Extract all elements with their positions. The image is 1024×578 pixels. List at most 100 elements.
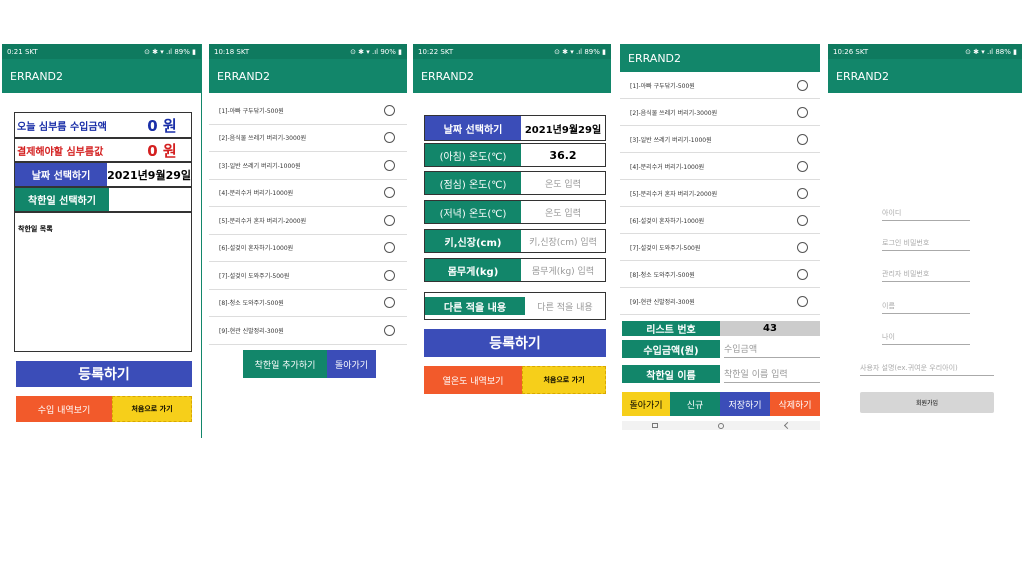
radio-button[interactable] [797, 268, 808, 280]
app-title: ERRAND2 [2, 59, 201, 93]
other-input[interactable]: 다른 적을 내용 [525, 300, 605, 313]
list-item[interactable]: [6]-설겆이 혼자하기-1000원 [620, 207, 820, 234]
weight-input[interactable]: 몸무게(kg) 입력 [521, 259, 605, 281]
height-row: 키,신장(cm) 키,신장(cm) 입력 [424, 229, 606, 253]
lunch-temp-input[interactable]: 온도 입력 [521, 172, 605, 194]
list-item[interactable]: [2]-음식물 쓰레기 버리기-3000원 [209, 125, 407, 152]
radio-button[interactable] [797, 187, 808, 199]
list-item[interactable]: [9]-현관 신발정리-300원 [209, 317, 407, 345]
evening-temp-input[interactable]: 온도 입력 [521, 201, 605, 223]
income-value: 0 원 [147, 116, 177, 135]
list-item-label: [1]-아빠 구두닦기-500원 [219, 107, 284, 115]
radio-button[interactable] [797, 295, 808, 307]
radio-button[interactable] [384, 242, 395, 254]
good-name-label: 착한일 이름 [622, 365, 720, 383]
morning-row: (아침) 온도(℃) 36.2 [424, 143, 606, 167]
signup-button[interactable]: 회원가입 [860, 392, 994, 413]
list-item[interactable]: [8]-청소 도와주기-500원 [209, 290, 407, 317]
add-good-button[interactable]: 착한일 추가하기 [243, 350, 327, 378]
list-item[interactable]: [5]-분리수거 혼자 버리기-2000원 [620, 180, 820, 207]
app-title: ERRAND2 [413, 59, 611, 93]
description-input[interactable]: 사용자 설명(ex.귀여운 우리아이) [860, 363, 994, 376]
list-item-label: [8]-청소 도와주기-500원 [219, 300, 284, 308]
home-nav-icon[interactable] [718, 422, 725, 429]
income-input[interactable]: 수입금액 [724, 340, 820, 358]
id-input[interactable]: 아이디 [882, 208, 970, 221]
radio-button[interactable] [384, 104, 395, 116]
list-item-label: [9]-현관 신발정리-300원 [630, 298, 695, 306]
radio-button[interactable] [384, 132, 395, 144]
age-input[interactable]: 나이 [882, 332, 970, 345]
home-button[interactable]: 처음으로 가기 [112, 396, 192, 422]
screen-good-list: 10:18 SKT ⊙ ✱ ▾ .ıl 90% ▮ ERRAND2 [1]-아빠… [209, 44, 407, 384]
status-time: 10:22 SKT [418, 47, 454, 56]
list-item[interactable]: [7]-설겆이 도와주기-500원 [209, 262, 407, 290]
save-button[interactable]: 저장하기 [720, 392, 770, 416]
radio-button[interactable] [797, 79, 808, 91]
register-button[interactable]: 등록하기 [16, 361, 192, 387]
radio-button[interactable] [384, 159, 395, 171]
radio-button[interactable] [384, 324, 395, 336]
radio-button[interactable] [797, 241, 808, 253]
radio-button[interactable] [797, 133, 808, 145]
list-item[interactable]: [1]-아빠 구두닦기-500원 [620, 72, 820, 99]
list-item[interactable]: [3]-일반 쓰레기 버리기-1000원 [209, 152, 407, 180]
register-button[interactable]: 등록하기 [424, 329, 606, 357]
fever-history-button[interactable]: 열온도 내역보기 [424, 366, 522, 394]
radio-button[interactable] [384, 297, 395, 309]
delete-button[interactable]: 삭제하기 [770, 392, 820, 416]
radio-button[interactable] [384, 214, 395, 226]
list-item-label: [9]-현관 신발정리-300원 [219, 327, 284, 335]
list-item[interactable]: [2]-음식물 쓰레기 버리기-3000원 [620, 99, 820, 126]
home-button[interactable]: 처음으로 가기 [522, 366, 606, 394]
list-item[interactable]: [7]-설겆이 도와주기-500원 [620, 234, 820, 261]
date-select-button[interactable]: 날짜 선택하기 [425, 116, 521, 140]
list-item[interactable]: [8]-청소 도와주기-500원 [620, 261, 820, 288]
radio-button[interactable] [384, 269, 395, 281]
radio-button[interactable] [797, 106, 808, 118]
evening-row: (저녁) 온도(℃) 온도 입력 [424, 200, 606, 224]
list-item-label: [2]-음식물 쓰레기 버리기-3000원 [630, 109, 718, 117]
good-list-box[interactable]: 착한일 목록 [14, 212, 192, 352]
back-nav-icon[interactable] [783, 421, 791, 430]
status-time: 10:18 SKT [214, 47, 250, 56]
back-button[interactable]: 돌아가기 [327, 350, 376, 378]
status-time: 10:26 SKT [833, 47, 869, 56]
status-bar: 10:22 SKT ⊙ ✱ ▾ .ıl 89% ▮ [413, 44, 611, 59]
login-password-input[interactable]: 로그인 비밀번호 [882, 238, 970, 251]
morning-temp-input[interactable]: 36.2 [521, 144, 605, 166]
list-item-label: [8]-청소 도와주기-500원 [630, 271, 695, 279]
list-item[interactable]: [1]-아빠 구두닦기-500원 [209, 97, 407, 125]
good-select-button[interactable]: 착한일 선택하기 [15, 188, 109, 211]
radio-button[interactable] [797, 214, 808, 226]
new-button[interactable]: 신규 [670, 392, 720, 416]
income-label: 오늘 심부름 수입금액 [17, 121, 107, 133]
screen-manage-good: ERRAND2 [1]-아빠 구두닦기-500원 [2]-음식물 쓰레기 버리기-… [620, 44, 820, 430]
list-item-label: [1]-아빠 구두닦기-500원 [630, 82, 695, 90]
radio-button[interactable] [797, 160, 808, 172]
list-item[interactable]: [5]-분리수거 혼자 버리기-2000원 [209, 207, 407, 235]
income-history-button[interactable]: 수입 내역보기 [16, 396, 112, 422]
list-item[interactable]: [3]-일반 쓰레기 버리기-1000원 [620, 126, 820, 153]
good-list-label: 착한일 목록 [18, 225, 53, 233]
good-name-row: 착한일 이름 착한일 이름 입력 [622, 365, 820, 383]
good-name-input[interactable]: 착한일 이름 입력 [724, 365, 820, 383]
list-item[interactable]: [9]-현관 신발정리-300원 [620, 288, 820, 315]
radio-button[interactable] [384, 187, 395, 199]
admin-password-input[interactable]: 관리자 비밀번호 [882, 269, 970, 282]
list-item-label: [4]-분리수거 버리기-1000원 [219, 190, 294, 198]
height-input[interactable]: 키,신장(cm) 입력 [521, 230, 605, 252]
back-button[interactable]: 돌아가기 [622, 392, 670, 416]
list-item[interactable]: [6]-설겆이 혼자하기-1000원 [209, 235, 407, 262]
morning-label: (아침) 온도(℃) [425, 144, 521, 166]
list-item-label: [2]-음식물 쓰레기 버리기-3000원 [219, 135, 307, 143]
recent-apps-icon[interactable] [652, 423, 659, 428]
list-item[interactable]: [4]-분리수거 버리기-1000원 [209, 180, 407, 207]
list-item[interactable]: [4]-분리수거 버리기-1000원 [620, 153, 820, 180]
list-item-label: [3]-일반 쓰레기 버리기-1000원 [630, 136, 712, 144]
date-select-button[interactable]: 날짜 선택하기 [15, 163, 108, 186]
income-label: 수입금액(원) [622, 340, 720, 358]
status-time: 0:21 SKT [7, 47, 38, 56]
lunch-row: (점심) 온도(℃) 온도 입력 [424, 171, 606, 195]
name-input[interactable]: 이름 [882, 301, 970, 314]
